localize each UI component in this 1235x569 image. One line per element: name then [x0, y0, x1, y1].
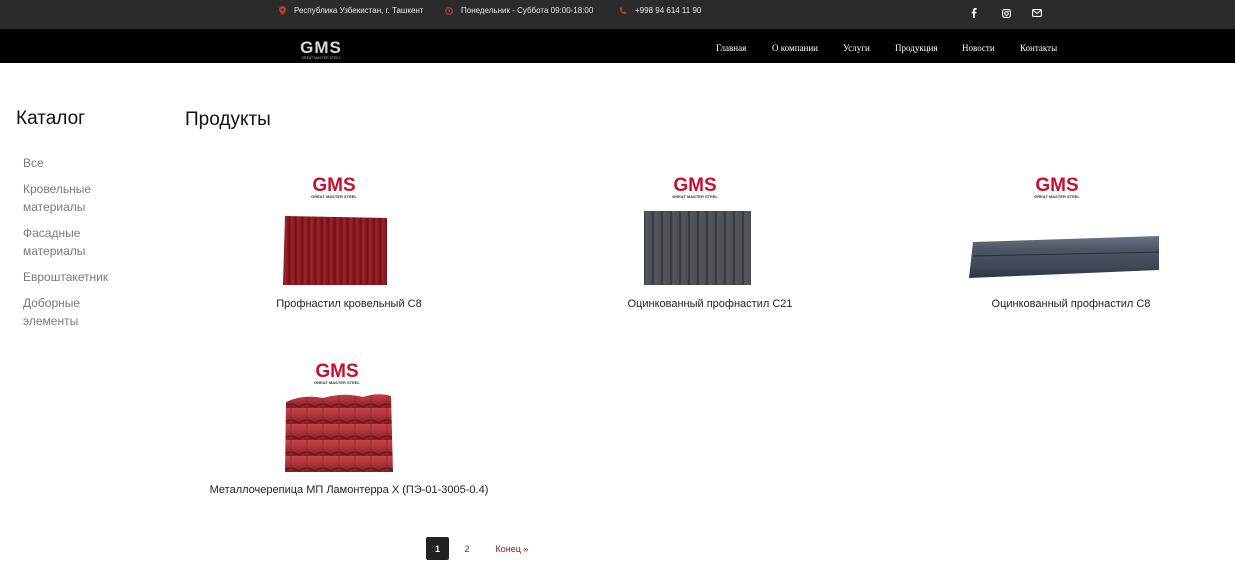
flat-panel-image — [969, 236, 1160, 278]
nav-link-news[interactable]: Новости — [962, 43, 995, 53]
metal-tile-image — [285, 394, 393, 472]
brand-logo-text: GMS — [673, 175, 716, 196]
nav-link-products[interactable]: Продукция — [895, 43, 937, 53]
product-name[interactable]: Оцинкованный профнастил С21 — [610, 298, 810, 310]
product-card[interactable]: GMS GREAT MASTER STEEL Металлочерепица М… — [200, 356, 500, 506]
product-card[interactable]: GMS GREAT MASTER STEEL Профнастил кровел… — [250, 170, 450, 320]
clock-icon — [445, 6, 453, 15]
product-name[interactable]: Оцинкованный профнастил С8 — [965, 298, 1177, 310]
phone-icon — [619, 7, 627, 15]
site-logo[interactable]: GMS GREAT MASTER STEEL — [289, 38, 353, 60]
catalog-item-facade[interactable]: Фасадные материалы — [23, 224, 133, 260]
catalog-item-accessories[interactable]: Доборные элементы — [23, 294, 133, 330]
products-heading: Продукты — [185, 109, 271, 130]
facebook-icon[interactable] — [968, 7, 980, 19]
pagination-page-2[interactable]: 2 — [458, 537, 476, 560]
product-image — [644, 211, 751, 285]
product-name[interactable]: Металлочерепица МП Ламонтерра X (ПЭ-01-3… — [200, 484, 498, 496]
catalog-heading: Каталог — [16, 108, 86, 129]
mail-icon[interactable] — [1031, 7, 1043, 19]
pagination-last-link[interactable]: Конец » — [492, 537, 532, 560]
brand-logo-subtext: GREAT MASTER STEEL — [311, 194, 357, 199]
nav-link-services[interactable]: Услуги — [843, 43, 870, 53]
catalog-item-roofing[interactable]: Кровельные материалы — [23, 180, 133, 216]
brand-logo-subtext: GREAT MASTER STEEL — [1034, 194, 1080, 199]
product-image — [283, 214, 387, 285]
product-card[interactable]: GMS GREAT MASTER STEEL Оцинкованный проф… — [965, 170, 1175, 320]
phone-text[interactable]: +998 94 614 11 90 — [635, 6, 701, 15]
product-brand-logo: GMS GREAT MASTER STEEL — [1028, 172, 1108, 200]
logo-text: GMS — [300, 38, 342, 57]
product-image — [283, 392, 393, 472]
brand-logo-text: GMS — [312, 175, 355, 196]
nav-link-contacts[interactable]: Контакты — [1020, 43, 1057, 53]
product-name[interactable]: Профнастил кровельный С8 — [250, 298, 448, 310]
catalog-item-euro-fence[interactable]: Евроштакетник — [23, 268, 133, 286]
phone-info[interactable]: +998 94 614 11 90 — [619, 6, 701, 15]
catalog-item-all[interactable]: Все — [23, 154, 133, 172]
profiled-sheet-red-image — [283, 216, 387, 285]
product-brand-logo: GMS GREAT MASTER STEEL — [305, 172, 385, 200]
map-pin-icon — [278, 6, 286, 15]
nav-link-about[interactable]: О компании — [772, 43, 818, 53]
top-info-bar: Республика Узбекистан, г. Ташкент Понеде… — [0, 0, 1235, 29]
main-navbar: GMS GREAT MASTER STEEL Главная О компани… — [0, 29, 1235, 63]
pagination-page-1[interactable]: 1 — [426, 537, 449, 560]
address-text: Республика Узбекистан, г. Ташкент — [294, 6, 424, 15]
product-image — [969, 236, 1160, 278]
nav-link-home[interactable]: Главная — [716, 43, 746, 53]
profiled-sheet-grey-image — [644, 211, 751, 285]
logo-subtext: GREAT MASTER STEEL — [301, 56, 340, 60]
instagram-icon[interactable] — [1000, 7, 1012, 19]
address-info: Республика Узбекистан, г. Ташкент — [278, 6, 423, 15]
working-hours-info: Понедельник - Суббота 09:00-18:00 — [445, 6, 593, 15]
product-card[interactable]: GMS GREAT MASTER STEEL Оцинкованный проф… — [610, 170, 810, 320]
working-hours-text: Понедельник - Суббота 09:00-18:00 — [461, 6, 594, 15]
brand-logo-text: GMS — [1035, 175, 1078, 196]
brand-logo-subtext: GREAT MASTER STEEL — [314, 380, 360, 385]
brand-logo-text: GMS — [315, 361, 358, 382]
product-brand-logo: GMS GREAT MASTER STEEL — [666, 172, 746, 200]
product-brand-logo: GMS GREAT MASTER STEEL — [308, 358, 388, 386]
brand-logo-subtext: GREAT MASTER STEEL — [672, 194, 718, 199]
